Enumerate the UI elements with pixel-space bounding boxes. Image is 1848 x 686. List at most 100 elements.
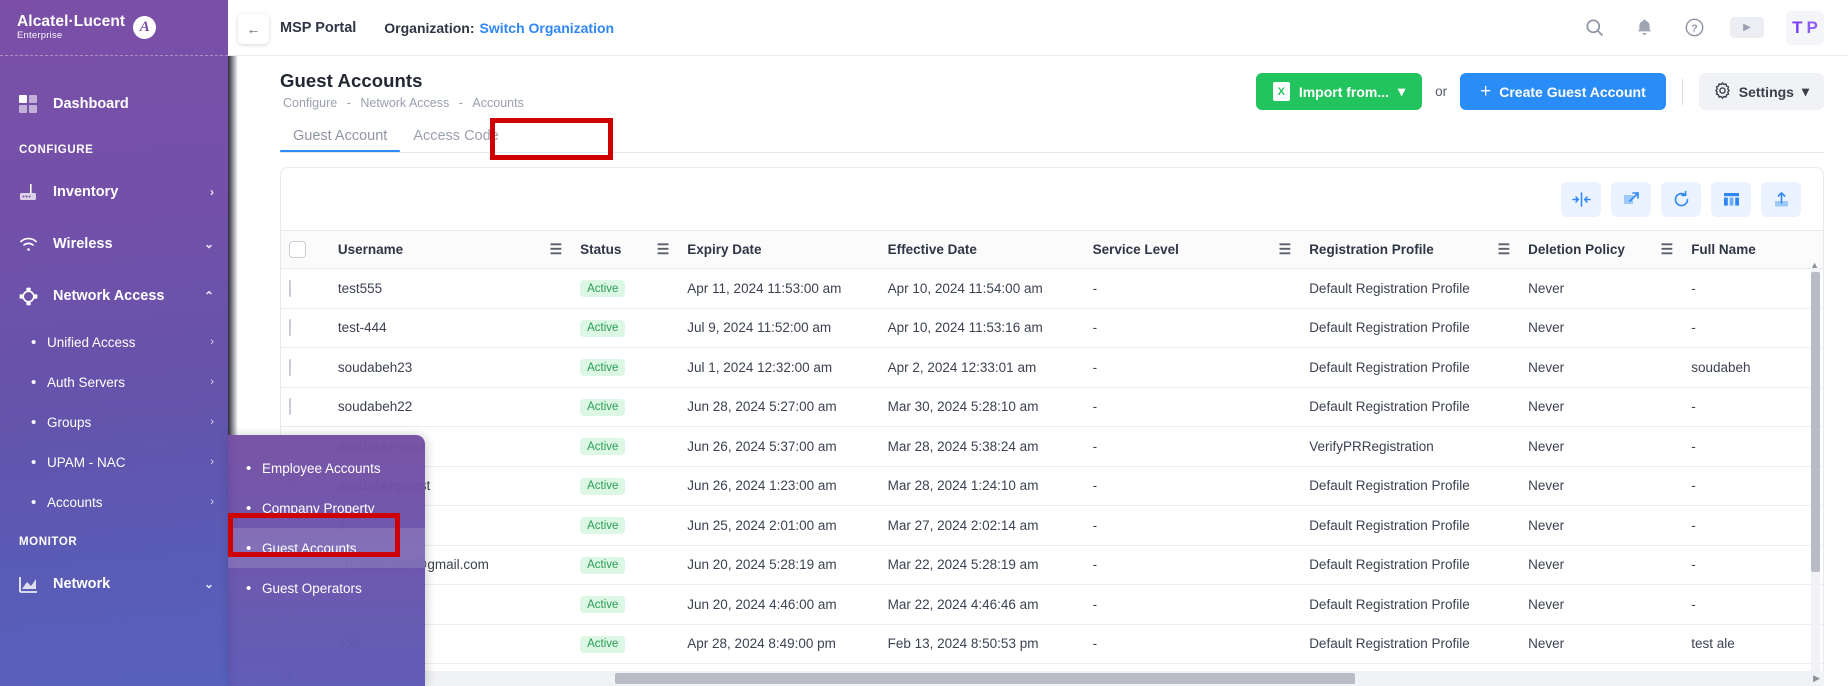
cell-service-level: -	[1084, 308, 1302, 348]
column-header-label: Registration Profile	[1309, 242, 1434, 257]
row-checkbox[interactable]	[289, 279, 291, 297]
sidebar-item-label: Accounts	[47, 494, 103, 510]
column-menu-icon[interactable]: ☰	[550, 241, 563, 258]
flyout-item-company-property[interactable]: • Company Property	[228, 488, 425, 528]
cell-full-name: -	[1683, 387, 1823, 427]
logo-tagline: Enterprise	[17, 30, 63, 42]
column-menu-icon[interactable]: ☰	[1498, 241, 1511, 258]
sidebar-item-inventory[interactable]: Inventory ›	[0, 166, 228, 218]
logo[interactable]: Alcatel·Lucent Enterprise A	[0, 0, 228, 56]
cell-status: Active	[572, 308, 680, 348]
column-full-name[interactable]: Full Name	[1683, 230, 1823, 269]
sidebar-item-network[interactable]: Network ⌄	[0, 558, 228, 610]
status-badge: Active	[580, 359, 626, 376]
cell-effective-date: Mar 22, 2024 5:28:19 am	[879, 545, 1085, 585]
flyout-item-guest-accounts[interactable]: • Guest Accounts	[228, 528, 425, 568]
table-row[interactable]: soudabeh23 Active Jul 1, 2024 12:32:00 am A…	[281, 347, 1823, 388]
avatar[interactable]: T P	[1786, 10, 1824, 45]
chart-icon	[19, 575, 45, 594]
row-checkbox[interactable]	[289, 398, 291, 416]
status-badge: Active	[580, 319, 626, 337]
column-expiry-date[interactable]: Expiry Date	[679, 230, 880, 269]
select-all-checkbox[interactable]	[289, 241, 306, 258]
row-checkbox[interactable]	[289, 358, 291, 376]
breadcrumb-item-network-access[interactable]: Network Access	[360, 96, 449, 110]
table-row[interactable]: soudabeh22 Active Jun 28, 2024 5:27:00 am M…	[281, 387, 1823, 427]
cell-full-name: -	[1683, 584, 1823, 625]
table-row[interactable]: soudabehguestActiveJun 26, 2024 1:23:00 …	[281, 466, 1823, 506]
horizontal-scrollbar-track[interactable]: ◀ ▶	[280, 671, 1824, 686]
cell-expiry-date: Jun 26, 2024 1:23:00 am	[679, 466, 880, 506]
accounts-flyout-menu: • Employee Accounts • Company Property •…	[228, 435, 425, 686]
sidebar-section-configure: CONFIGURE	[19, 144, 94, 156]
tab-guest-account[interactable]: Guest Account	[280, 128, 401, 153]
collapse-sidebar-button[interactable]: ←	[238, 14, 269, 44]
sidebar-item-dashboard[interactable]: Dashboard	[0, 78, 228, 130]
table-row[interactable]: soudabehvalidActiveJun 26, 2024 5:37:00 …	[281, 426, 1823, 467]
sidebar-item-unified-access[interactable]: • Unified Access ›	[0, 322, 228, 362]
refresh-icon[interactable]	[1661, 181, 1701, 217]
sidebar-item-label: Network	[53, 576, 111, 592]
logo-mark-icon: A	[133, 16, 157, 39]
cell-service-level: -	[1084, 387, 1302, 427]
bell-icon[interactable]	[1630, 14, 1658, 42]
import-from-button[interactable]: X Import from... ▾	[1255, 73, 1423, 110]
sidebar-item-upam-nac[interactable]: • UPAM - NAC ›	[0, 442, 228, 482]
sidebar-item-label: Wireless	[53, 236, 113, 252]
cell-effective-date: Feb 13, 2024 8:50:53 pm	[879, 624, 1085, 664]
expand-icon[interactable]	[1611, 181, 1651, 217]
scroll-up-icon[interactable]: ▲	[1810, 260, 1819, 270]
sidebar-item-wireless[interactable]: Wireless ⌄	[0, 218, 228, 270]
chevron-down-icon: ▾	[1801, 83, 1809, 99]
column-menu-icon[interactable]: ☰	[1279, 241, 1292, 258]
table-row[interactable]: test-444 Active Jul 9, 2024 11:52:00 am Apr…	[281, 308, 1823, 348]
table-row[interactable]: test555 Active Apr 11, 2024 11:53:00 am Apr…	[281, 268, 1823, 309]
fit-columns-icon[interactable]	[1561, 181, 1601, 217]
column-status[interactable]: Status ☰	[572, 230, 680, 269]
cell-registration-profile: Default Registration Profile	[1301, 624, 1521, 664]
column-effective-date[interactable]: Effective Date	[879, 230, 1085, 269]
column-header-label: Deletion Policy	[1528, 242, 1625, 257]
table-row[interactable]: Active Jun 20, 2024 4:46:00 am Mar 22, 202…	[281, 584, 1823, 625]
bullet-icon: •	[246, 539, 252, 557]
cell-effective-date: Mar 27, 2024 2:02:14 am	[879, 505, 1085, 546]
column-deletion-policy[interactable]: Deletion Policy ☰	[1520, 230, 1684, 269]
table-row[interactable]: ehsqaalcatel@gmail.comActiveJun 20, 2024…	[281, 545, 1823, 585]
page-header: Guest Accounts Configure - Network Acces…	[228, 56, 1848, 111]
video-play-icon[interactable]: ▶	[1730, 17, 1764, 38]
cell-status: Active	[572, 347, 680, 388]
chevron-right-icon: ›	[210, 336, 214, 348]
vertical-scrollbar-thumb[interactable]	[1811, 272, 1820, 572]
table-row[interactable]: 2ActiveJun 25, 2024 2:01:00 amMar 27, 20…	[281, 505, 1823, 546]
sidebar-item-accounts[interactable]: • Accounts ›	[0, 482, 228, 522]
guest-accounts-table: Username ☰ Status ☰ Expiry Date Effectiv…	[281, 230, 1823, 664]
sidebar-item-groups[interactable]: • Groups ›	[0, 402, 228, 442]
switch-organization-link[interactable]: Switch Organization	[480, 20, 615, 36]
sidebar-item-auth-servers[interactable]: • Auth Servers ›	[0, 362, 228, 402]
tab-access-code[interactable]: Access Code	[400, 128, 511, 153]
sidebar-item-network-access[interactable]: Network Access ⌃	[0, 270, 228, 322]
cell-deletion-policy: Never	[1520, 466, 1684, 506]
columns-icon[interactable]	[1711, 181, 1751, 217]
column-menu-icon[interactable]: ☰	[657, 241, 670, 258]
settings-button[interactable]: Settings ▾	[1698, 73, 1824, 110]
row-checkbox[interactable]	[289, 319, 291, 337]
flyout-item-guest-operators[interactable]: • Guest Operators	[228, 568, 425, 608]
export-icon[interactable]	[1761, 181, 1801, 217]
cell-full-name: -	[1683, 308, 1823, 348]
scroll-right-icon[interactable]: ▶	[1813, 673, 1820, 684]
column-menu-icon[interactable]: ☰	[1661, 241, 1674, 258]
create-guest-account-button[interactable]: + Create Guest Account	[1460, 73, 1666, 110]
column-registration-profile[interactable]: Registration Profile ☰	[1301, 230, 1521, 269]
breadcrumb-item-accounts[interactable]: Accounts	[472, 96, 523, 110]
breadcrumb-item-configure[interactable]: Configure	[283, 96, 337, 110]
search-icon[interactable]	[1580, 14, 1608, 42]
column-username[interactable]: Username ☰	[329, 230, 573, 269]
column-service-level[interactable]: Service Level ☰	[1084, 230, 1302, 269]
row-select-cell	[281, 268, 330, 309]
table-row[interactable]: 456ActiveApr 28, 2024 8:49:00 pmFeb 13, …	[281, 624, 1823, 664]
horizontal-scrollbar-thumb[interactable]	[615, 673, 1355, 684]
settings-label: Settings	[1738, 83, 1794, 100]
help-icon[interactable]: ?	[1680, 14, 1708, 42]
flyout-item-employee-accounts[interactable]: • Employee Accounts	[228, 448, 425, 488]
